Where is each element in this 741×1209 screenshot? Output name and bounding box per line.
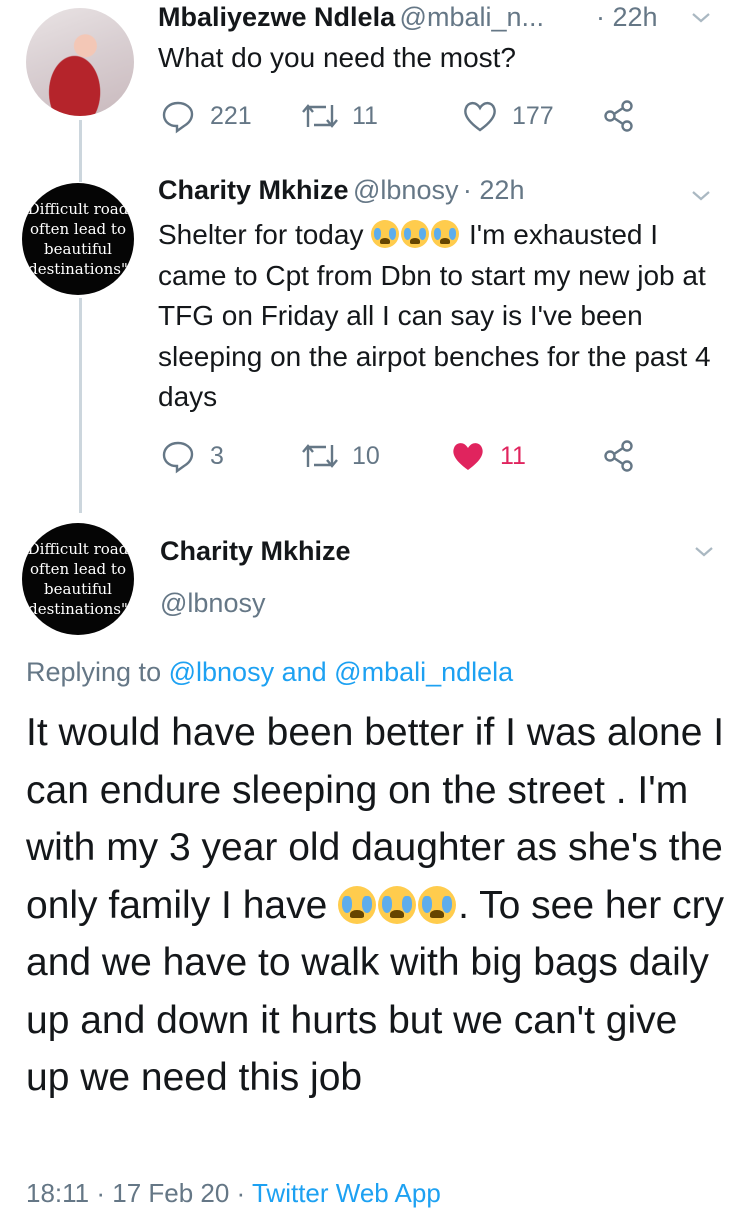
- author-handle[interactable]: @lbnosy: [353, 175, 458, 205]
- tweet-text-part: Shelter for today: [158, 219, 364, 250]
- crying-face-emoji: [401, 220, 430, 248]
- replying-to: Replying to @lbnosy and @mbali_ndlela: [26, 657, 513, 688]
- reply-icon: [160, 98, 196, 134]
- tweet-text-part: I'm exhausted: [469, 219, 643, 250]
- author-name[interactable]: Charity Mkhize: [158, 175, 349, 205]
- chevron-down-icon[interactable]: [690, 184, 712, 212]
- tweet-header: Charity Mkhize @lbnosy · 22h: [158, 175, 524, 206]
- tweet-time[interactable]: · 22h: [463, 175, 525, 205]
- avatar-quote-line: destinations": [28, 260, 128, 278]
- reply-button[interactable]: 221: [160, 98, 300, 134]
- avatar-quote-line: destinations": [28, 600, 128, 618]
- avatar[interactable]: [26, 8, 134, 116]
- author-name[interactable]: Mbaliyezwe Ndlela: [158, 2, 395, 32]
- replying-and: and: [281, 657, 327, 687]
- author-handle[interactable]: @lbnosy: [160, 588, 265, 619]
- like-button[interactable]: 11: [450, 439, 602, 473]
- author-name[interactable]: Charity Mkhize: [160, 536, 351, 567]
- retweet-button[interactable]: 11: [300, 99, 462, 133]
- avatar-quote-line: beautiful: [44, 240, 112, 258]
- tweet-header: Mbaliyezwe Ndlela @mbali_n...: [158, 2, 544, 33]
- avatar-quote-line: Difficult road: [27, 200, 129, 218]
- share-icon: [602, 439, 636, 473]
- crying-face-emoji: [378, 885, 417, 924]
- share-button[interactable]: [602, 439, 636, 473]
- avatar-quote-line: Difficult road: [27, 540, 129, 558]
- like-button[interactable]: 177: [462, 99, 602, 133]
- author-handle[interactable]: @mbali_n...: [400, 2, 544, 32]
- tweet-actions: 221 11 177: [160, 96, 640, 136]
- like-count: 177: [512, 101, 554, 130]
- retweet-count: 10: [352, 441, 380, 470]
- retweet-count: 11: [352, 101, 378, 130]
- retweet-icon: [300, 99, 340, 133]
- mention-link[interactable]: @lbnosy: [169, 657, 274, 687]
- avatar-quote-line: beautiful: [44, 580, 112, 598]
- thread-line: [79, 120, 82, 182]
- avatar[interactable]: Difficult road often lead to beautiful d…: [22, 523, 134, 635]
- tweet-footer: 18:11 · 17 Feb 20 · Twitter Web App: [26, 1178, 441, 1209]
- crying-face-emoji: [371, 220, 400, 248]
- chevron-down-icon[interactable]: [690, 6, 712, 34]
- mention-link[interactable]: @mbali_ndlela: [334, 657, 513, 687]
- avatar-quote-line: often lead to: [30, 560, 126, 578]
- tweet-text: What do you need the most?: [158, 42, 516, 73]
- heart-icon: [462, 99, 498, 133]
- crying-face-emoji: [431, 220, 460, 248]
- tweet-timestamp[interactable]: 18:11 · 17 Feb 20 ·: [26, 1178, 245, 1208]
- crying-face-emoji: [338, 885, 377, 924]
- avatar[interactable]: Difficult road often lead to beautiful d…: [22, 183, 134, 295]
- retweet-icon: [300, 439, 340, 473]
- replying-to-label: Replying to: [26, 657, 162, 687]
- tweet-time[interactable]: · 22h: [596, 2, 658, 33]
- tweet-text: It would have been better if I was alone…: [26, 704, 726, 1107]
- reply-button[interactable]: 3: [160, 438, 300, 474]
- tweet-source-link[interactable]: Twitter Web App: [252, 1178, 441, 1208]
- reply-count: 221: [210, 101, 252, 130]
- avatar-quote-line: often lead to: [30, 220, 126, 238]
- crying-face-emoji: [418, 885, 457, 924]
- share-icon: [602, 99, 636, 133]
- share-button[interactable]: [602, 99, 636, 133]
- reply-count: 3: [210, 441, 224, 470]
- like-count: 11: [500, 441, 526, 470]
- heart-icon: [450, 439, 486, 473]
- reply-icon: [160, 438, 196, 474]
- thread-line: [79, 298, 82, 513]
- chevron-down-icon[interactable]: [693, 540, 715, 568]
- retweet-button[interactable]: 10: [300, 439, 450, 473]
- tweet-actions: 3 10 11: [160, 436, 640, 476]
- tweet-text: Shelter for today I'm exhausted I came t…: [158, 215, 718, 418]
